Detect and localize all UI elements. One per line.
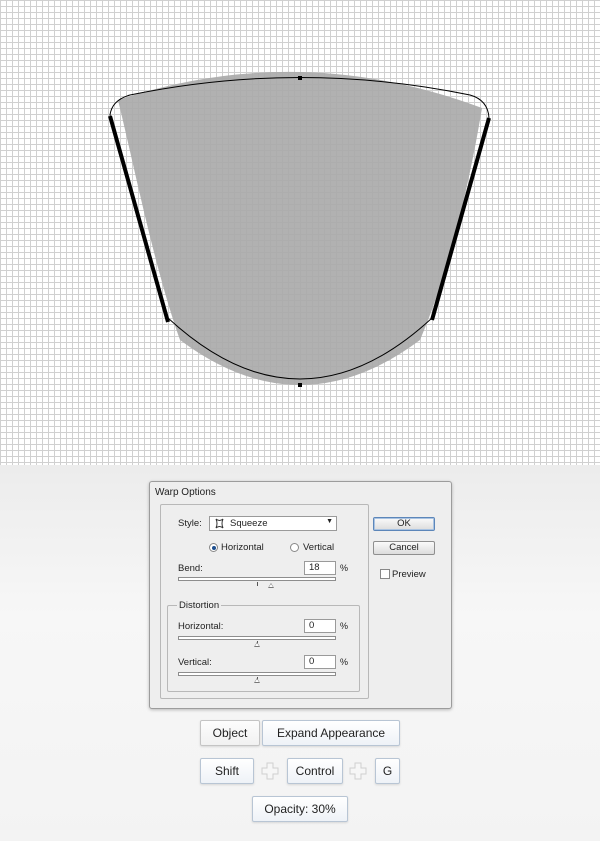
distortion-vertical-slider-track[interactable] — [178, 672, 336, 683]
warped-shape-illustration[interactable] — [0, 0, 600, 465]
ok-button[interactable]: OK — [373, 517, 435, 531]
g-key[interactable]: G — [375, 758, 400, 784]
opacity-setting-key[interactable]: Opacity: 30% — [252, 796, 348, 822]
horizontal-radio-label: Horizontal — [221, 542, 264, 553]
squeeze-style-icon — [214, 518, 225, 532]
bend-slider-track[interactable] — [178, 577, 336, 588]
expand-appearance-key[interactable]: Expand Appearance — [262, 720, 400, 746]
chevron-down-icon: ▼ — [326, 518, 333, 525]
cancel-button[interactable]: Cancel — [373, 541, 435, 555]
bend-slider-thumb[interactable] — [268, 583, 274, 588]
artboard-grid[interactable] — [0, 0, 600, 465]
plus-icon — [261, 762, 279, 785]
distortion-horizontal-label: Horizontal: — [178, 621, 224, 632]
control-key[interactable]: Control — [287, 758, 343, 784]
style-label: Style: — [178, 518, 202, 529]
distortion-vertical-label: Vertical: — [178, 657, 212, 668]
bottom-anchor-point[interactable] — [298, 383, 302, 387]
distortion-legend: Distortion — [177, 600, 222, 611]
bend-label: Bend: — [178, 563, 203, 574]
shift-key[interactable]: Shift — [200, 758, 254, 784]
distortion-horizontal-unit: % — [340, 621, 349, 631]
bend-unit: % — [340, 563, 349, 573]
distortion-vertical-input[interactable]: 0 — [304, 655, 336, 669]
horizontal-radio[interactable] — [209, 543, 218, 552]
distortion-horizontal-input[interactable]: 0 — [304, 619, 336, 633]
plus-icon — [349, 762, 367, 785]
distortion-horizontal-slider-track[interactable] — [178, 636, 336, 647]
distortion-vertical-slider-thumb[interactable] — [254, 678, 260, 683]
style-select[interactable]: Squeeze ▼ — [209, 516, 337, 531]
vertical-radio[interactable] — [290, 543, 299, 552]
bend-slider-center-tick — [257, 582, 258, 586]
object-menu-key[interactable]: Object — [200, 720, 260, 746]
top-anchor-point[interactable] — [298, 76, 302, 80]
dialog-title: Warp Options — [155, 487, 216, 498]
vertical-radio-label: Vertical — [303, 542, 335, 553]
distortion-vertical-unit: % — [340, 657, 349, 667]
distortion-horizontal-slider-thumb[interactable] — [254, 642, 260, 647]
warp-options-dialog: Warp Options Style: Squeeze ▼ Horizontal… — [149, 481, 452, 709]
bend-input[interactable]: 18 — [304, 561, 336, 575]
preview-checkbox[interactable] — [380, 569, 390, 579]
preview-label: Preview — [392, 569, 426, 580]
squeezed-shape-fill[interactable] — [118, 71, 482, 385]
style-select-value: Squeeze — [230, 518, 268, 529]
